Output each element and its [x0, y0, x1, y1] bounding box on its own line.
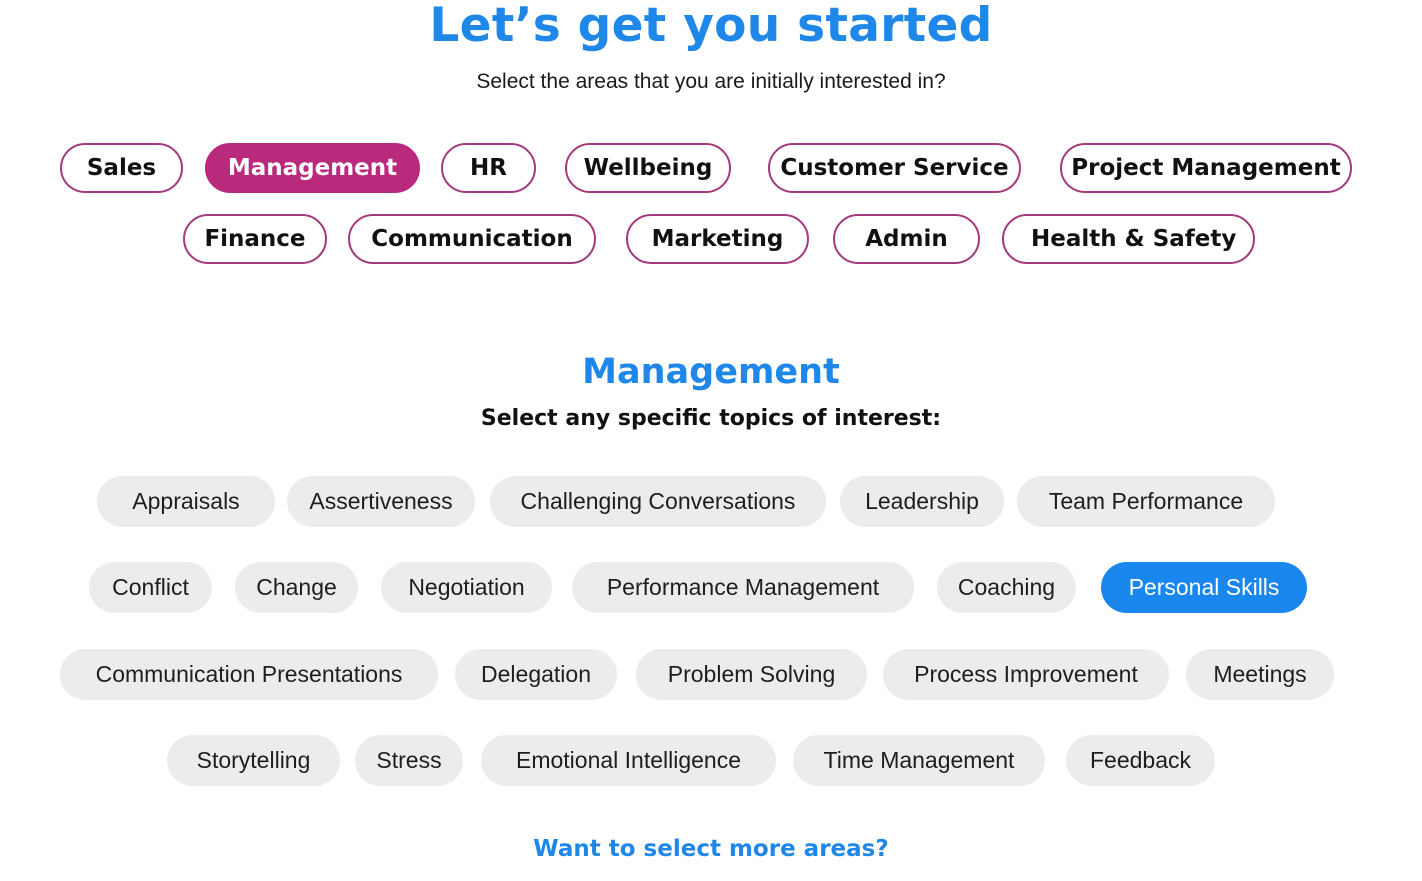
page-subtitle: Select the areas that you are initially … — [476, 70, 946, 93]
area-pill-project-management[interactable]: Project Management — [1060, 143, 1352, 193]
area-pill-label: Marketing — [651, 226, 784, 252]
area-pill-management[interactable]: Management — [205, 143, 420, 193]
topic-pill-emotional-intelligence[interactable]: Emotional Intelligence — [481, 735, 776, 786]
area-pill-label: Sales — [86, 155, 157, 181]
topic-pill-label: Coaching — [957, 574, 1056, 600]
topic-pill-label: Problem Solving — [667, 661, 836, 687]
area-pill-admin[interactable]: Admin — [833, 214, 980, 264]
topic-pill-leadership[interactable]: Leadership — [840, 476, 1004, 527]
topic-pill-label: Personal Skills — [1128, 574, 1280, 600]
topic-pill-label: Communication Presentations — [95, 661, 403, 687]
topic-pill-label: Challenging Conversations — [520, 488, 796, 514]
topic-pill-team-performance[interactable]: Team Performance — [1017, 476, 1275, 527]
topic-pill-label: Performance Management — [606, 574, 880, 600]
page-title: Let’s get you started — [429, 0, 993, 53]
area-pill-label: HR — [470, 155, 507, 181]
area-pill-marketing[interactable]: Marketing — [626, 214, 809, 264]
topic-pill-label: Negotiation — [408, 574, 525, 600]
area-pill-label: Admin — [865, 226, 948, 252]
area-pill-label: Health & Safety — [1031, 226, 1237, 252]
area-pill-label: Project Management — [1071, 155, 1341, 181]
topic-pill-problem-solving[interactable]: Problem Solving — [636, 649, 867, 700]
topic-pill-coaching[interactable]: Coaching — [937, 562, 1076, 613]
more-areas-container: Want to select more areas? — [0, 836, 1422, 862]
topic-pill-feedback[interactable]: Feedback — [1066, 735, 1215, 786]
topic-pill-delegation[interactable]: Delegation — [455, 649, 617, 700]
topic-pill-label: Appraisals — [132, 488, 240, 514]
topic-pill-label: Leadership — [865, 488, 979, 514]
topic-pill-assertiveness[interactable]: Assertiveness — [287, 476, 475, 527]
area-pill-sales[interactable]: Sales — [60, 143, 183, 193]
topic-pill-label: Feedback — [1089, 747, 1191, 773]
section-subtitle: Select any specific topics of interest: — [480, 406, 942, 431]
topic-pill-meetings[interactable]: Meetings — [1186, 649, 1334, 700]
area-pill-communication[interactable]: Communication — [348, 214, 596, 264]
topic-pill-negotiation[interactable]: Negotiation — [381, 562, 552, 613]
topic-pill-conflict[interactable]: Conflict — [89, 562, 212, 613]
topic-pill-change[interactable]: Change — [235, 562, 358, 613]
area-pill-label: Communication — [371, 226, 573, 252]
topic-pill-label: Storytelling — [196, 747, 311, 773]
topic-pill-label: Process Improvement — [914, 661, 1138, 687]
topic-pill-stress[interactable]: Stress — [355, 735, 463, 786]
area-pill-label: Customer Service — [780, 155, 1009, 181]
area-pill-hr[interactable]: HR — [441, 143, 536, 193]
topic-pill-label: Assertiveness — [309, 488, 453, 514]
topic-pill-label: Conflict — [112, 574, 189, 600]
topic-pill-label: Time Management — [823, 747, 1015, 773]
topic-pill-label: Meetings — [1213, 661, 1307, 687]
topic-pill-label: Team Performance — [1048, 488, 1244, 514]
topic-pill-personal-skills[interactable]: Personal Skills — [1101, 562, 1307, 613]
area-pill-label: Wellbeing — [583, 155, 713, 181]
topic-pill-storytelling[interactable]: Storytelling — [167, 735, 340, 786]
topic-pill-process-improvement[interactable]: Process Improvement — [883, 649, 1169, 700]
area-pill-health-safety[interactable]: Health & Safety — [1002, 214, 1255, 264]
topic-pill-appraisals[interactable]: Appraisals — [97, 476, 275, 527]
topic-pill-label: Delegation — [481, 661, 591, 687]
topic-pill-challenging-conversations[interactable]: Challenging Conversations — [490, 476, 826, 527]
topic-pill-label: Change — [256, 574, 337, 600]
topic-pill-performance-management[interactable]: Performance Management — [572, 562, 914, 613]
area-pill-label: Finance — [204, 226, 306, 252]
area-pill-wellbeing[interactable]: Wellbeing — [565, 143, 731, 193]
section-title: Management — [582, 352, 840, 392]
area-pill-finance[interactable]: Finance — [183, 214, 327, 264]
area-pill-customer-service[interactable]: Customer Service — [768, 143, 1021, 193]
topic-pill-communication-presentations[interactable]: Communication Presentations — [60, 649, 438, 700]
more-areas-link[interactable]: Want to select more areas? — [533, 836, 888, 862]
topic-pill-time-management[interactable]: Time Management — [793, 735, 1045, 786]
topic-pill-label: Emotional Intelligence — [515, 747, 742, 773]
area-pill-label: Management — [227, 155, 398, 181]
topic-pill-label: Stress — [376, 747, 442, 773]
